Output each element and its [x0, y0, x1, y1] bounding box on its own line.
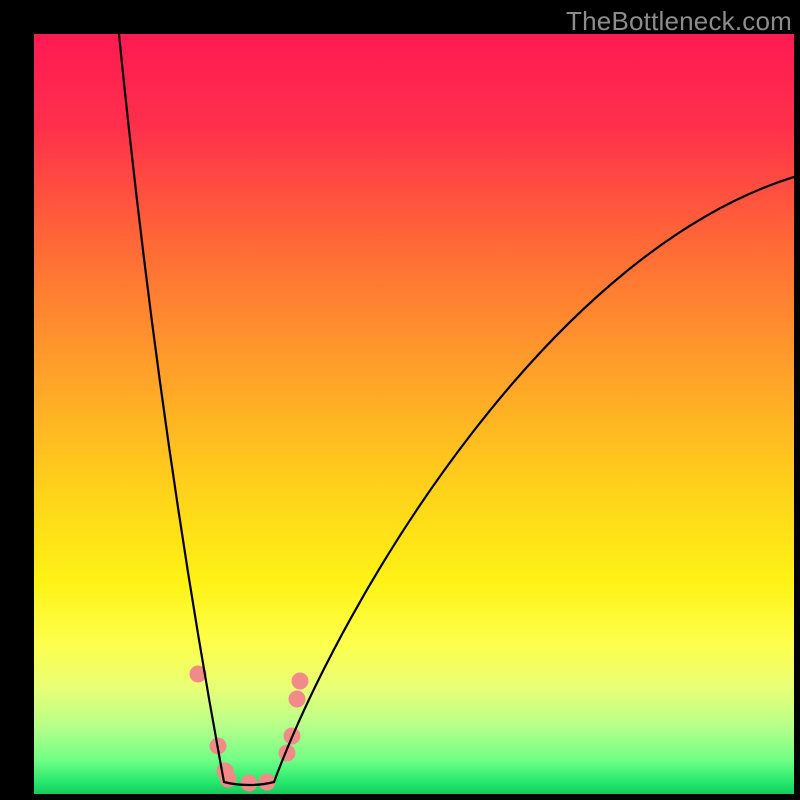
watermark-text: TheBottleneck.com [566, 6, 792, 37]
curve-marker [241, 775, 258, 792]
curve-marker [292, 673, 309, 690]
chart-frame: TheBottleneck.com [0, 0, 800, 800]
green-band [34, 760, 794, 794]
curve-marker [289, 691, 306, 708]
bottleneck-curve [116, 34, 794, 785]
chart-svg [34, 34, 794, 794]
plot-area [34, 34, 794, 794]
